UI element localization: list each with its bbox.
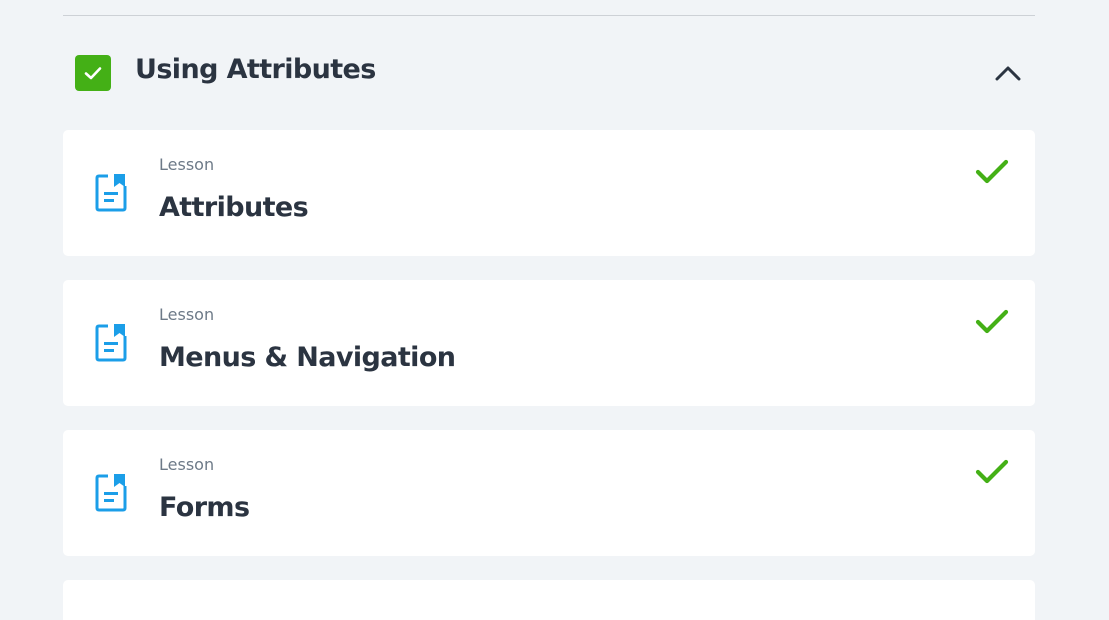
lesson-card-menus-navigation[interactable]: Lesson Menus & Navigation — [63, 280, 1035, 406]
lesson-title[interactable]: Attributes — [159, 192, 309, 223]
lesson-card-forms[interactable]: Lesson Forms — [63, 430, 1035, 556]
document-bookmark-icon — [95, 472, 127, 512]
document-bookmark-icon — [95, 322, 127, 362]
section-title: Using Attributes — [135, 54, 376, 85]
lesson-title[interactable]: Forms — [159, 492, 250, 523]
section-divider — [63, 15, 1035, 16]
document-bookmark-icon — [95, 172, 127, 212]
lesson-complete-checkmark-icon — [975, 458, 1009, 486]
lesson-type-label: Lesson — [159, 155, 215, 174]
lesson-list: Lesson Attributes Lesson Menus & Navigat… — [63, 130, 1035, 620]
lesson-type-label: Lesson — [159, 305, 215, 324]
lesson-complete-checkmark-icon — [975, 158, 1009, 186]
section-header-using-attributes[interactable]: Using Attributes — [63, 40, 1035, 104]
lesson-title[interactable]: Menus & Navigation — [159, 342, 456, 373]
lesson-complete-checkmark-icon — [975, 308, 1009, 336]
lesson-type-label: Lesson — [159, 455, 215, 474]
lesson-card-next-partial[interactable] — [63, 580, 1035, 620]
lesson-card-attributes[interactable]: Lesson Attributes — [63, 130, 1035, 256]
section-complete-checkbox-icon — [75, 55, 111, 91]
chevron-up-icon[interactable] — [991, 58, 1025, 88]
